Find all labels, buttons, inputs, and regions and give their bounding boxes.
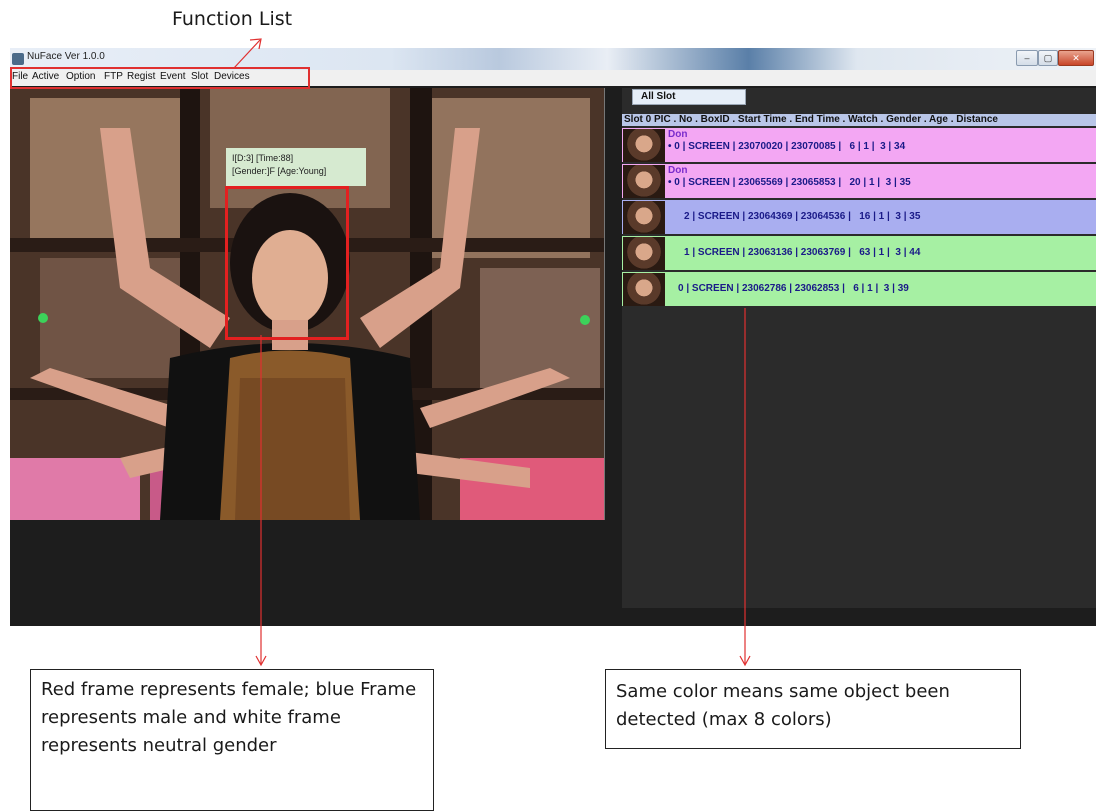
- list-item[interactable]: 1 | SCREEN | 23063136 | 23063769 | 63 | …: [622, 236, 1096, 271]
- face-name: Don: [668, 129, 688, 140]
- window-title: NuFace Ver 1.0.0: [27, 51, 105, 62]
- maximize-button[interactable]: ▢: [1038, 50, 1058, 66]
- menu-devices[interactable]: Devices: [214, 71, 250, 82]
- detection-label: I[D:3] [Time:88] [Gender:]F [Age:Young]: [226, 148, 366, 186]
- close-button[interactable]: ✕: [1058, 50, 1094, 66]
- menu-regist[interactable]: Regist: [127, 71, 155, 82]
- detection-gender-age: [Gender:]F [Age:Young]: [232, 166, 327, 176]
- list-item[interactable]: Don • 0 | SCREEN | 23070020 | 23070085 |…: [622, 128, 1096, 163]
- tab-all-slot[interactable]: All Slot: [632, 89, 746, 105]
- row-info: 0 | SCREEN | 23062786 | 23062853 | 6 | 1…: [678, 283, 909, 294]
- title-bar: NuFace Ver 1.0.0 – ▢ ✕: [10, 48, 1096, 70]
- function-list-callout: Function List: [172, 8, 293, 30]
- arrow-head-icon: [255, 655, 267, 667]
- face-thumbnail: [623, 237, 665, 270]
- face-thumbnail: [623, 129, 665, 162]
- app-icon: [12, 53, 24, 65]
- column-header: Slot 0 PIC . No . BoxID . Start Time . E…: [622, 114, 1096, 126]
- menu-slot[interactable]: Slot: [191, 71, 208, 82]
- list-item[interactable]: Don • 0 | SCREEN | 23065569 | 23065853 |…: [622, 164, 1096, 199]
- face-name: Don: [668, 165, 688, 176]
- empty-area: [10, 520, 622, 626]
- list-item[interactable]: 2 | SCREEN | 23064369 | 23064536 | 16 | …: [622, 200, 1096, 235]
- list-item[interactable]: 0 | SCREEN | 23062786 | 23062853 | 6 | 1…: [622, 272, 1096, 307]
- menu-event[interactable]: Event: [160, 71, 186, 82]
- row-info: 1 | SCREEN | 23063136 | 23063769 | 63 | …: [684, 247, 921, 258]
- row-info: • 0 | SCREEN | 23070020 | 23070085 | 6 |…: [668, 141, 906, 152]
- row-info: • 0 | SCREEN | 23065569 | 23065853 | 20 …: [668, 177, 911, 188]
- menu-option[interactable]: Option: [66, 71, 95, 82]
- minimize-button[interactable]: –: [1016, 50, 1038, 66]
- color-note-box: Same color means same object been detect…: [605, 669, 1021, 749]
- menu-bar: File Active Option FTP Regist Event Slot…: [10, 70, 1096, 86]
- detection-id-time: I[D:3] [Time:88]: [232, 153, 294, 163]
- arrow-head-icon: [739, 655, 751, 667]
- face-thumbnail: [623, 273, 665, 306]
- menu-file[interactable]: File: [12, 71, 28, 82]
- video-preview[interactable]: I[D:3] [Time:88] [Gender:]F [Age:Young]: [10, 88, 605, 520]
- menu-ftp[interactable]: FTP: [104, 71, 123, 82]
- face-thumbnail: [623, 201, 665, 234]
- menu-active[interactable]: Active: [32, 71, 59, 82]
- detection-panel: All Slot Slot 0 PIC . No . BoxID . Start…: [622, 88, 1096, 608]
- gender-note-box: Red frame represents female; blue Frame …: [30, 669, 434, 811]
- female-detection-frame: [225, 186, 349, 340]
- row-info: 2 | SCREEN | 23064369 | 23064536 | 16 | …: [684, 211, 921, 222]
- face-thumbnail: [623, 165, 665, 198]
- nuface-window: NuFace Ver 1.0.0 – ▢ ✕ File Active Optio…: [10, 48, 1096, 626]
